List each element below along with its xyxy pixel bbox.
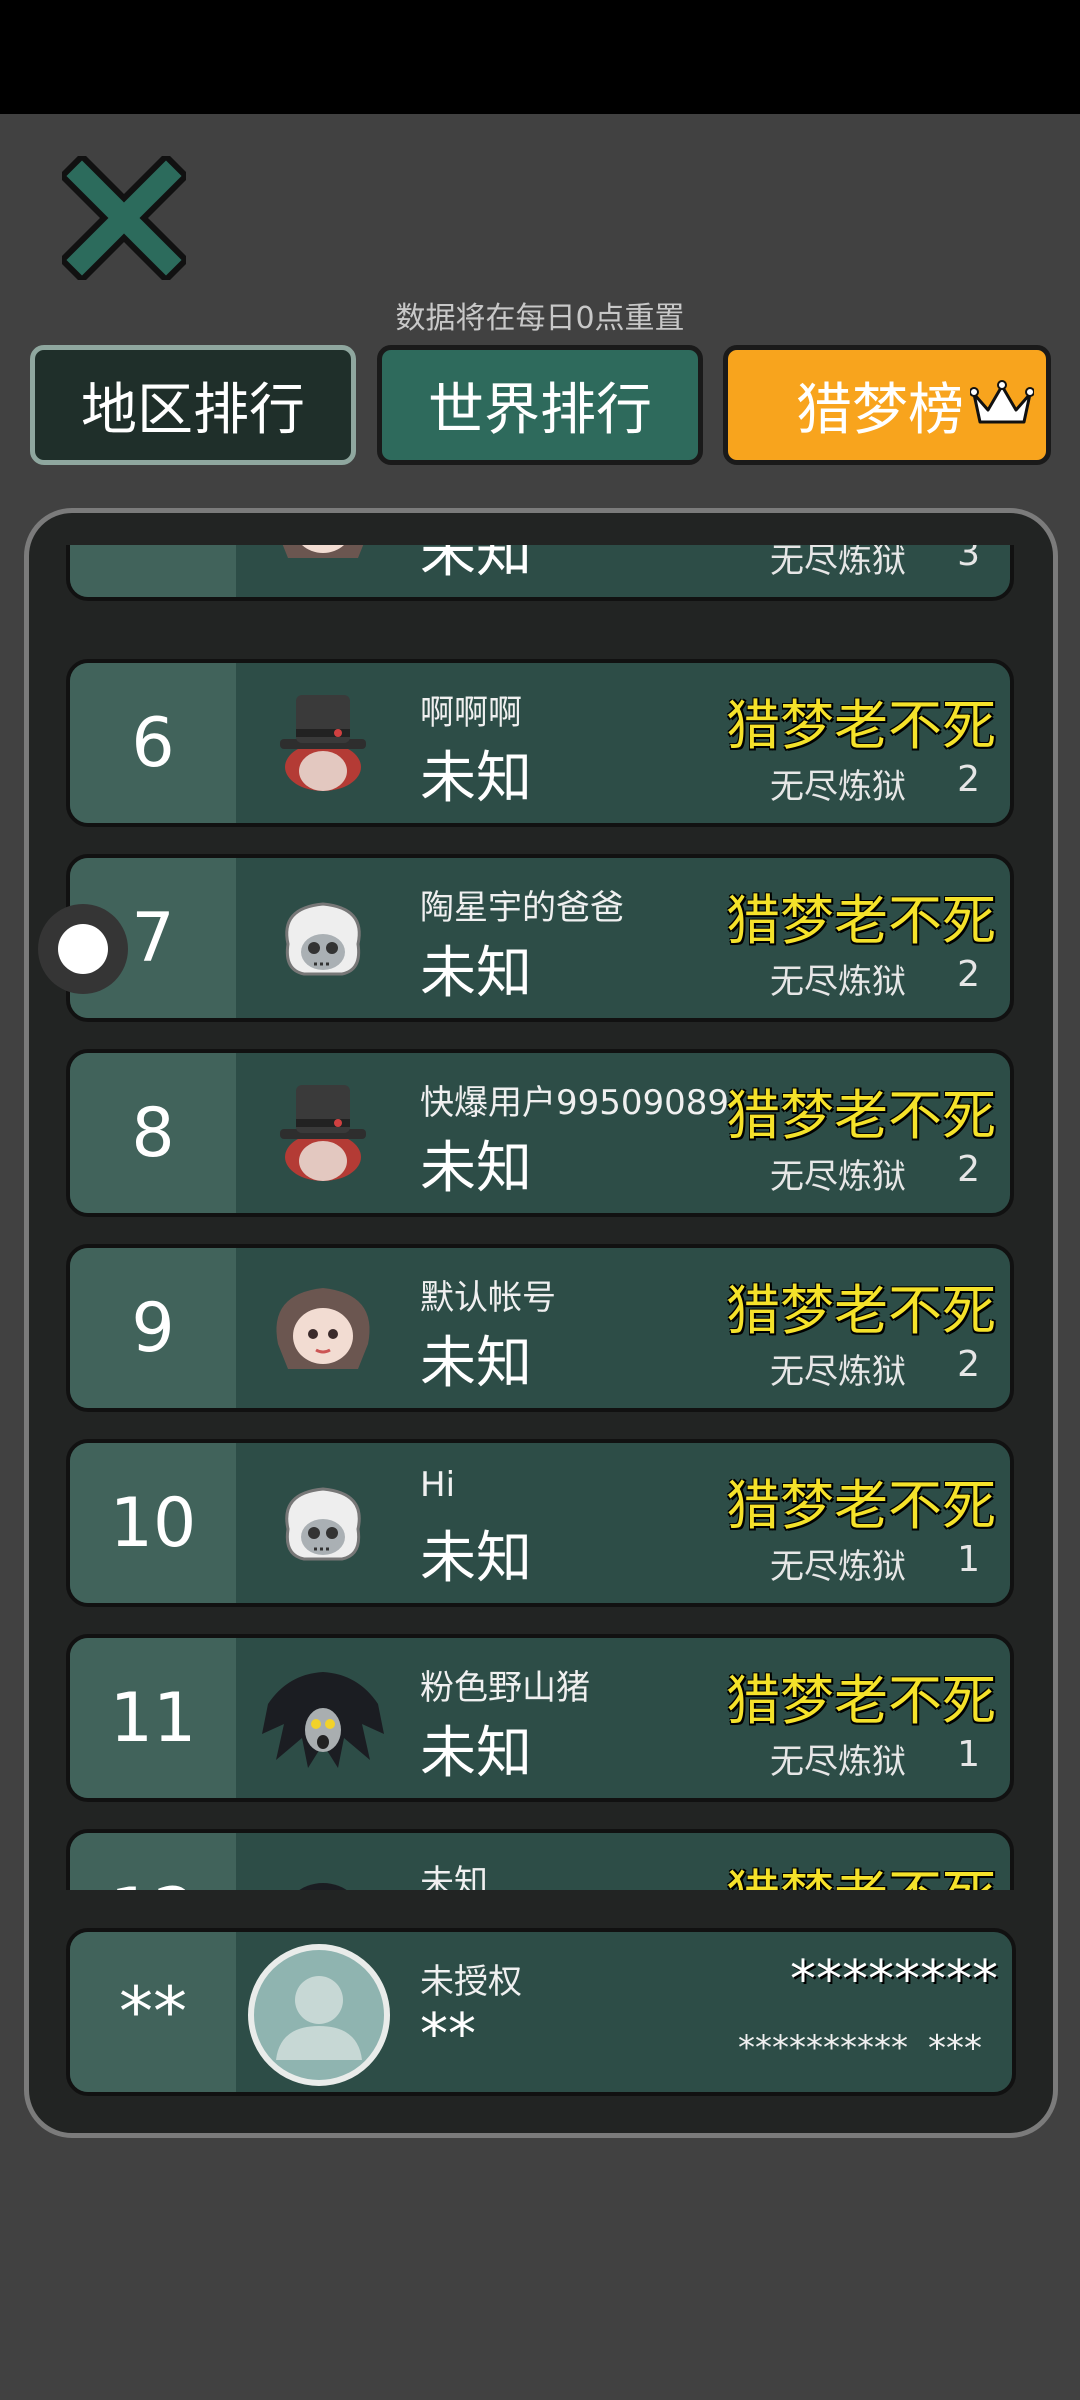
player-score: 2: [957, 1344, 980, 1385]
tab-hunt-dream-ranking[interactable]: 猎梦榜: [723, 345, 1051, 465]
tab-region-ranking[interactable]: 地区排行: [30, 345, 356, 465]
my-rank-row[interactable]: ** 未授权 ** ******** ********** ***: [66, 1928, 1016, 2096]
tophat-avatar-icon: [258, 1079, 388, 1189]
rank-number: 5: [70, 545, 236, 597]
player-name: 陶星宇的爸爸: [420, 888, 624, 928]
player-title: 猎梦老不死: [726, 1851, 996, 1890]
status-bar: [0, 0, 1080, 114]
my-score: ***: [928, 2028, 982, 2069]
tophat-avatar-icon: [258, 689, 388, 799]
player-name: 粉色野山猪: [420, 1668, 590, 1708]
game-mode: 无尽炼狱: [770, 1157, 906, 1197]
rank-number: 11: [70, 1638, 236, 1798]
player-score: 2: [957, 954, 980, 995]
player-score: 2: [957, 1149, 980, 1190]
girl-avatar-icon: [258, 545, 388, 573]
ghost-avatar-icon: [258, 1664, 388, 1774]
player-score: 1: [957, 1734, 980, 1775]
list-item[interactable]: 7 陶星宇的爸爸 未知 猎梦老不死 无尽炼狱 2: [66, 854, 1014, 1022]
player-score: 2: [957, 759, 980, 800]
list-item[interactable]: 5 未知 无尽炼狱 3: [66, 545, 1014, 601]
my-game-mode: **********: [738, 2028, 908, 2068]
player-region: 未知: [420, 1526, 532, 1591]
rank-number: 10: [70, 1443, 236, 1603]
player-name: 未知: [420, 1863, 488, 1890]
my-rank-number: **: [70, 1932, 236, 2092]
player-region: 未知: [420, 746, 532, 811]
reset-notice: 数据将在每日0点重置: [395, 301, 685, 336]
floating-ball-icon[interactable]: [38, 904, 128, 994]
player-name: 快爆用户99509089: [420, 1083, 730, 1123]
close-x-icon: [57, 151, 191, 285]
my-title: ********: [790, 1950, 998, 2010]
game-mode: 无尽炼狱: [770, 1352, 906, 1392]
player-title: 猎梦老不死: [726, 694, 996, 757]
player-score: 1: [957, 1539, 980, 1580]
tab-label: 地区排行: [81, 377, 305, 443]
player-title: 猎梦老不死: [726, 1474, 996, 1537]
player-region: 未知: [420, 1331, 532, 1396]
tab-world-ranking[interactable]: 世界排行: [377, 345, 703, 465]
player-region: 未知: [420, 545, 532, 585]
player-name: 默认帐号: [420, 1278, 556, 1318]
rank-number: 12: [70, 1833, 236, 1890]
close-button[interactable]: [57, 151, 191, 285]
game-mode: 无尽炼狱: [770, 545, 906, 581]
list-item[interactable]: 6 啊啊啊 未知 猎梦老不死 无尽炼狱 2: [66, 659, 1014, 827]
dark-avatar-icon: [258, 1859, 388, 1890]
crown-icon: [970, 380, 1034, 424]
rank-number: 9: [70, 1248, 236, 1408]
default-avatar-icon: [246, 1942, 392, 2088]
player-title: 猎梦老不死: [726, 1669, 996, 1732]
player-score: 3: [957, 545, 980, 574]
list-item[interactable]: 10 Hi 未知 猎梦老不死 无尽炼狱 1: [66, 1439, 1014, 1607]
rank-number: 8: [70, 1053, 236, 1213]
my-player-name: 未授权: [420, 1962, 522, 2002]
tab-label: 世界排行: [428, 377, 652, 443]
player-region: 未知: [420, 941, 532, 1006]
game-mode: 无尽炼狱: [770, 962, 906, 1002]
my-region: **: [420, 2002, 476, 2067]
player-title: 猎梦老不死: [726, 1279, 996, 1342]
player-name: 啊啊啊: [420, 693, 522, 733]
player-title: 猎梦老不死: [726, 889, 996, 952]
list-item[interactable]: 12 未知 猎梦老不死: [66, 1829, 1014, 1890]
list-item[interactable]: 8 快爆用户99509089 未知 猎梦老不死 无尽炼狱 2: [66, 1049, 1014, 1217]
player-name: Hi: [420, 1465, 456, 1505]
game-mode: 无尽炼狱: [770, 767, 906, 807]
player-region: 未知: [420, 1721, 532, 1786]
skull-avatar-icon: [258, 1469, 388, 1579]
player-title: 猎梦老不死: [726, 1084, 996, 1147]
list-item[interactable]: 11 粉色野山猪 未知 猎梦老不死 无尽炼狱 1: [66, 1634, 1014, 1802]
game-mode: 无尽炼狱: [770, 1547, 906, 1587]
skull-avatar-icon: [258, 884, 388, 994]
leaderboard-list[interactable]: 5 未知 无尽炼狱 3 6 啊啊啊 未知 猎梦老不死 无尽炼狱 2 7 陶星宇的…: [66, 545, 1016, 1890]
player-region: 未知: [420, 1136, 532, 1201]
girl-avatar-icon: [258, 1274, 388, 1384]
game-mode: 无尽炼狱: [770, 1742, 906, 1782]
list-item[interactable]: 9 默认帐号 未知 猎梦老不死 无尽炼狱 2: [66, 1244, 1014, 1412]
rank-number: 6: [70, 663, 236, 823]
tab-label: 猎梦榜: [796, 377, 964, 443]
